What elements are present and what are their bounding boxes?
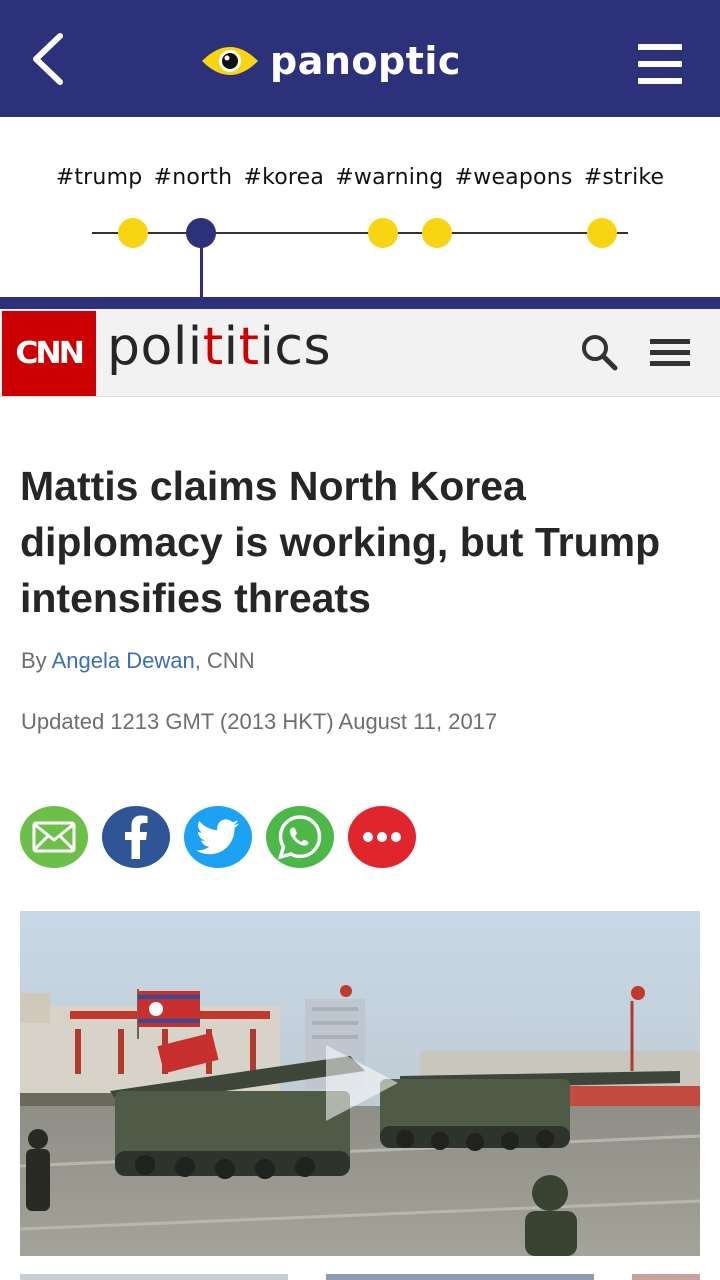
timeline-active-stem	[200, 245, 203, 297]
cnn-logo[interactable]: CNN	[2, 311, 96, 396]
back-button[interactable]	[22, 28, 78, 90]
timeline-point[interactable]	[422, 218, 452, 248]
cnn-menu-button[interactable]	[648, 335, 692, 371]
section-title-part: ics	[259, 317, 332, 377]
timeline-point[interactable]	[118, 218, 148, 248]
share-more-button[interactable]	[348, 806, 416, 868]
facebook-icon	[125, 815, 148, 859]
section-title-part: i	[223, 317, 239, 377]
chevron-left-icon	[33, 33, 63, 85]
hamburger-icon	[650, 339, 690, 366]
search-icon	[582, 335, 618, 371]
whatsapp-icon	[277, 815, 322, 860]
section-title-part: t	[202, 317, 224, 377]
search-button[interactable]	[578, 331, 620, 373]
hashtag-timeline: #trump #north #korea #warning #weapons #…	[0, 117, 720, 297]
thumbnail-strip	[326, 1274, 594, 1280]
article-headline: Mattis claims North Korea diplomacy is w…	[20, 463, 661, 621]
share-whatsapp-button[interactable]	[266, 806, 334, 868]
section-title[interactable]: polititics	[107, 317, 331, 377]
source-header: CNN polititics	[0, 309, 720, 397]
share-facebook-button[interactable]	[102, 806, 170, 868]
cnn-logo-text: CNN	[15, 336, 86, 371]
section-title-part: poli	[107, 317, 203, 377]
twitter-icon	[196, 819, 239, 855]
mail-icon	[32, 821, 76, 853]
eye-logo-icon	[202, 47, 258, 75]
byline-suffix: , CNN	[194, 648, 255, 673]
timeline-point-active[interactable]	[186, 218, 216, 248]
brand: panoptic	[200, 36, 461, 86]
author-link[interactable]: Angela Dewan	[52, 648, 195, 673]
divider	[0, 297, 720, 309]
section-title-part: t	[238, 317, 260, 377]
share-buttons	[20, 806, 430, 868]
byline-prefix: By	[21, 648, 52, 673]
brand-name: panoptic	[270, 39, 461, 83]
video-player[interactable]	[20, 911, 700, 1256]
timeline-line	[92, 232, 628, 234]
timeline-point[interactable]	[587, 218, 617, 248]
app-header: panoptic	[0, 0, 720, 117]
timeline	[0, 117, 720, 297]
hamburger-icon	[638, 44, 682, 84]
more-icon	[363, 832, 401, 842]
play-icon[interactable]	[318, 1041, 402, 1125]
menu-button[interactable]	[636, 42, 684, 86]
thumbnail-strip	[20, 1274, 288, 1280]
updated-timestamp: Updated 1213 GMT (2013 HKT) August 11, 2…	[21, 709, 498, 734]
share-twitter-button[interactable]	[184, 806, 252, 868]
share-email-button[interactable]	[20, 806, 88, 868]
timeline-point[interactable]	[368, 218, 398, 248]
thumbnail-strip	[632, 1274, 700, 1280]
byline: By Angela Dewan, CNN	[21, 648, 255, 674]
